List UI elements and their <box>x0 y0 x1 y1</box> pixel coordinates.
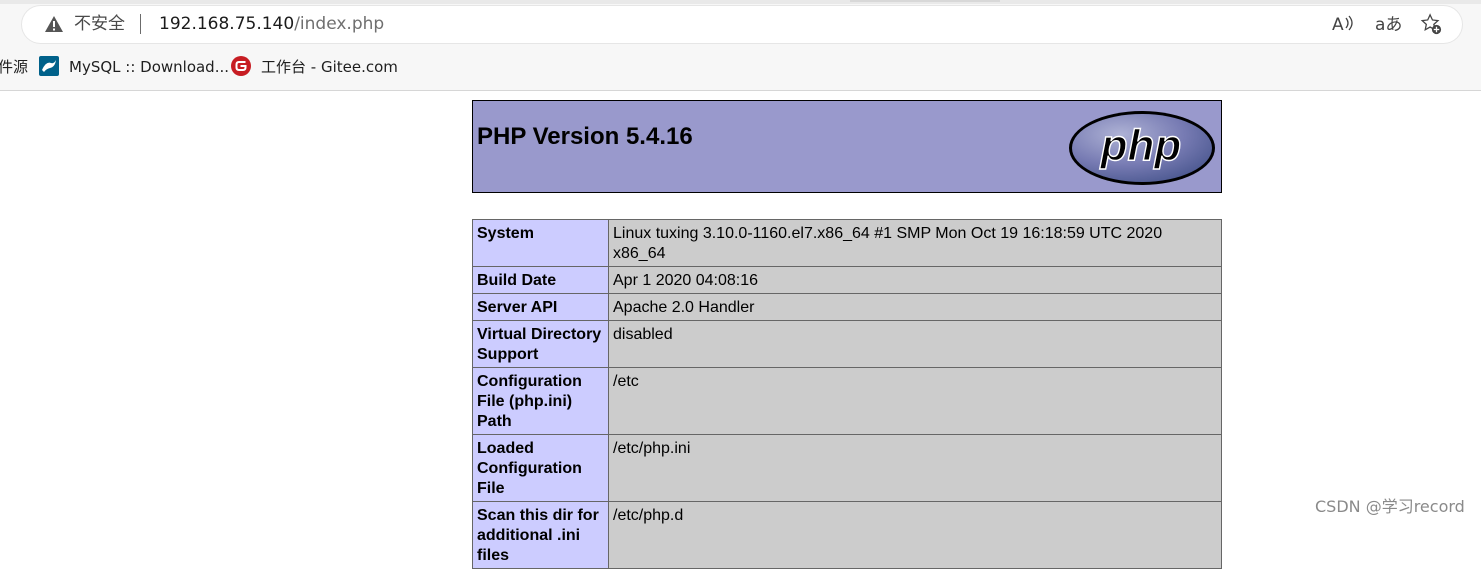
row-key: Build Date <box>472 266 609 294</box>
tab-indicator[interactable] <box>850 0 1000 2</box>
php-logo[interactable]: php <box>1067 109 1217 187</box>
url-field[interactable]: 192.168.75.140/index.php <box>159 13 384 35</box>
watermark: CSDN @学习record <box>1315 497 1465 516</box>
table-row: Scan this dir for additional .ini files … <box>472 501 1222 569</box>
tab-strip <box>0 0 1481 4</box>
row-key: Configuration File (php.ini) Path <box>472 367 609 435</box>
page-title: PHP Version 5.4.16 <box>477 123 693 150</box>
table-row: Loaded Configuration File /etc/php.ini <box>472 434 1222 502</box>
address-separator <box>140 14 141 34</box>
row-key: System <box>472 219 609 267</box>
row-value: disabled <box>608 320 1222 368</box>
row-key: Virtual Directory Support <box>472 320 609 368</box>
phpinfo-header: PHP Version 5.4.16 php <box>472 100 1222 193</box>
table-row: Virtual Directory Support disabled <box>472 320 1222 368</box>
translate-icon[interactable]: aあ <box>1375 14 1402 36</box>
row-key: Loaded Configuration File <box>472 434 609 502</box>
row-key: Scan this dir for additional .ini files <box>472 501 609 569</box>
row-key: Server API <box>472 293 609 321</box>
warning-icon[interactable] <box>44 15 64 33</box>
gitee-icon <box>231 56 251 76</box>
row-value: Linux tuxing 3.10.0-1160.el7.x86_64 #1 S… <box>608 219 1222 267</box>
mysql-icon <box>39 56 59 76</box>
address-bar[interactable]: 不安全 192.168.75.140/index.php A aあ <box>22 6 1462 43</box>
bookmark-item-1[interactable]: 件源 <box>0 56 28 78</box>
bookmark-item-mysql[interactable]: MySQL :: Download... <box>69 56 229 78</box>
browser-chrome: 不安全 192.168.75.140/index.php A aあ 件源 MyS… <box>0 0 1481 91</box>
row-value: Apr 1 2020 04:08:16 <box>608 266 1222 294</box>
phpinfo-table: System Linux tuxing 3.10.0-1160.el7.x86_… <box>472 219 1222 569</box>
row-value: /etc/php.d <box>608 501 1222 569</box>
url-path: /index.php <box>294 14 385 34</box>
table-row: Configuration File (php.ini) Path /etc <box>472 367 1222 435</box>
table-row: Server API Apache 2.0 Handler <box>472 293 1222 321</box>
php-logo-text: php <box>1100 121 1182 170</box>
read-aloud-icon[interactable]: A <box>1332 14 1354 36</box>
row-value: Apache 2.0 Handler <box>608 293 1222 321</box>
bookmarks-bar: 件源 MySQL :: Download... 工作台 - Gitee.com <box>0 52 1481 82</box>
table-row: System Linux tuxing 3.10.0-1160.el7.x86_… <box>472 219 1222 267</box>
bookmark-item-gitee[interactable]: 工作台 - Gitee.com <box>261 56 398 78</box>
table-row: Build Date Apr 1 2020 04:08:16 <box>472 266 1222 294</box>
read-aloud-glyph: A <box>1332 15 1344 35</box>
row-value: /etc/php.ini <box>608 434 1222 502</box>
security-status[interactable]: 不安全 <box>74 13 125 35</box>
add-favorite-icon[interactable] <box>1419 13 1443 35</box>
url-host: 192.168.75.140 <box>159 14 295 34</box>
row-value: /etc <box>608 367 1222 435</box>
